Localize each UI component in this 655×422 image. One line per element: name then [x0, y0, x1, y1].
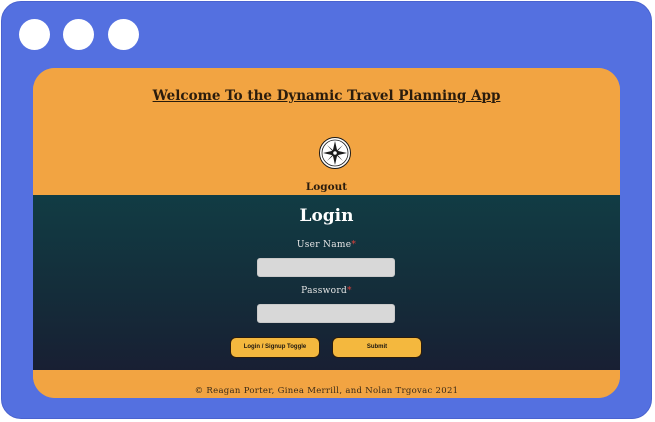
window-control-dot[interactable] — [63, 19, 94, 50]
required-marker: * — [351, 240, 357, 250]
login-signup-toggle-button[interactable]: Login / Signup Toggle — [230, 337, 320, 358]
username-label-text: User Name — [296, 240, 352, 250]
logout-link[interactable]: Logout — [33, 181, 620, 193]
compass-icon — [319, 137, 351, 169]
required-marker: * — [347, 286, 352, 296]
footer-credits: © Reagan Porter, Ginea Merrill, and Nola… — [194, 386, 459, 396]
header: Welcome To the Dynamic Travel Planning A… — [33, 68, 620, 195]
login-panel: Login User Name* Password* Login / Signu… — [33, 195, 620, 370]
window-control-dot[interactable] — [108, 19, 139, 50]
username-label: User Name* — [33, 240, 620, 250]
password-input[interactable] — [257, 304, 395, 323]
password-label: Password* — [33, 286, 620, 296]
app-container: Welcome To the Dynamic Travel Planning A… — [33, 68, 620, 398]
page-title-link[interactable]: Welcome To the Dynamic Travel Planning A… — [33, 88, 620, 104]
password-label-text: Password — [301, 286, 348, 296]
window-control-dot[interactable] — [19, 19, 50, 50]
footer: © Reagan Porter, Ginea Merrill, and Nola… — [33, 370, 620, 398]
login-heading: Login — [299, 206, 354, 226]
username-input[interactable] — [257, 258, 395, 277]
submit-button[interactable]: Submit — [332, 337, 422, 358]
